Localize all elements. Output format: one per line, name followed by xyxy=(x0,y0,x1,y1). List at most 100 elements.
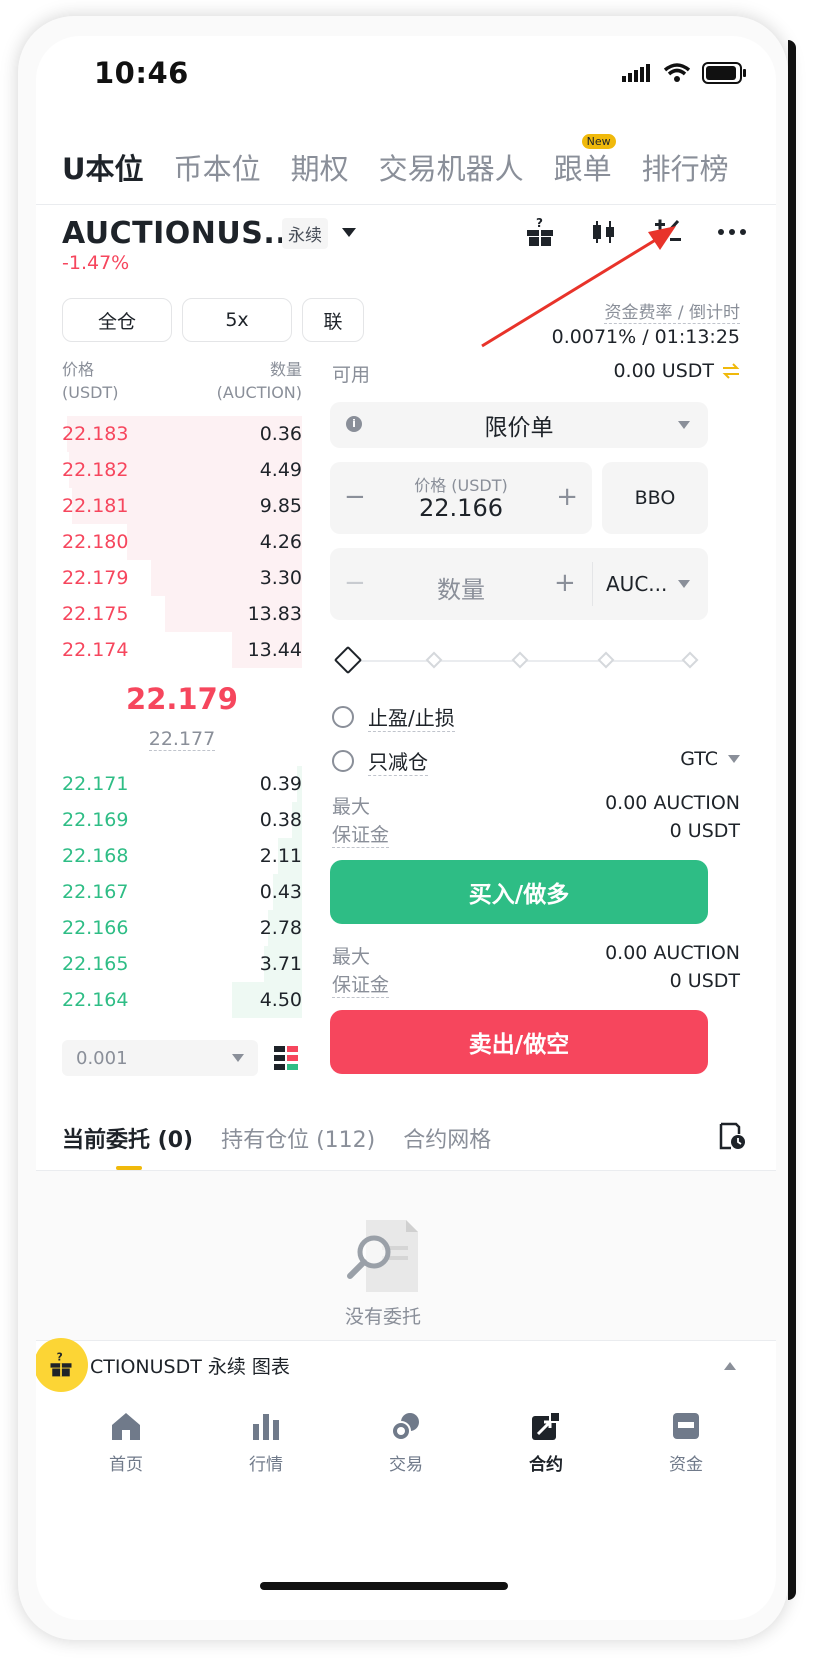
quantity-unit[interactable]: AUC... xyxy=(606,572,667,596)
bid-row[interactable]: 22.165 3.71 xyxy=(62,946,302,982)
orderbook-qty-header: 数量 (AUCTION) xyxy=(202,358,302,404)
ask-row[interactable]: 22.179 3.30 xyxy=(62,560,302,596)
perpetual-tag: 永续 xyxy=(282,218,328,249)
ask-price: 22.179 xyxy=(62,567,129,589)
bid-price: 22.164 xyxy=(62,989,129,1011)
bid-row[interactable]: 22.166 2.78 xyxy=(62,910,302,946)
ask-row[interactable]: 22.183 0.36 xyxy=(62,416,302,452)
available-value: 0.00 USDT xyxy=(613,360,714,382)
ask-qty: 0.36 xyxy=(259,423,302,445)
chevron-up-icon[interactable] xyxy=(724,1362,736,1370)
reduce-only-label: 只减仓 xyxy=(368,746,428,776)
ask-row[interactable]: 22.174 13.44 xyxy=(62,632,302,668)
ask-row[interactable]: 22.180 4.26 xyxy=(62,524,302,560)
slider-step[interactable] xyxy=(681,651,699,669)
ask-row[interactable]: 22.181 9.85 xyxy=(62,488,302,524)
precision-value: 0.001 xyxy=(76,1047,128,1069)
slider-step[interactable] xyxy=(597,651,615,669)
gift-fab[interactable]: ? xyxy=(36,1338,88,1392)
link-button[interactable]: 联 xyxy=(302,298,364,342)
ask-row[interactable]: 22.175 13.83 xyxy=(62,596,302,632)
time-in-force-select[interactable]: GTC xyxy=(680,748,740,770)
bid-price: 22.171 xyxy=(62,773,129,795)
orderbook-layout-icon[interactable] xyxy=(274,1046,298,1070)
home-icon xyxy=(112,1413,140,1440)
bid-row[interactable]: 22.168 2.11 xyxy=(62,838,302,874)
tab-futures-grid[interactable]: 合约网格 xyxy=(403,1122,491,1154)
buy-margin-value: 0 USDT xyxy=(669,820,740,842)
pair-dropdown-icon[interactable] xyxy=(342,228,356,237)
bid-price: 22.166 xyxy=(62,917,129,939)
available-label: 可用 xyxy=(332,364,371,386)
tab-positions[interactable]: 持有仓位 (112) xyxy=(221,1122,375,1154)
ask-price: 22.180 xyxy=(62,531,129,553)
reduce-only-option[interactable]: 只减仓 xyxy=(332,746,428,776)
price-input[interactable]: − 价格 (USDT) 22.166 + xyxy=(330,462,592,534)
nav-home[interactable]: 首页 xyxy=(81,1396,171,1546)
precision-select[interactable]: 0.001 xyxy=(62,1040,258,1076)
quantity-placeholder[interactable]: 数量 xyxy=(330,570,592,605)
pair-name[interactable]: AUCTIONUS... xyxy=(62,216,299,251)
qty-increase-button[interactable]: + xyxy=(554,568,576,598)
ask-row[interactable]: 22.182 4.49 xyxy=(62,452,302,488)
order-type-select[interactable]: i 限价单 xyxy=(330,402,708,448)
ask-qty: 4.49 xyxy=(259,459,302,481)
tab-options[interactable]: 期权 xyxy=(291,146,349,188)
bid-qty: 2.78 xyxy=(259,917,302,939)
wifi-icon xyxy=(664,63,690,82)
orders-tabs: 当前委托 (0) 持有仓位 (112) 合约网格 xyxy=(62,1122,491,1170)
radio-button[interactable] xyxy=(332,750,354,772)
nav-markets[interactable]: 行情 xyxy=(221,1396,311,1546)
radio-button[interactable] xyxy=(332,706,354,728)
chart-bar-label[interactable]: CTIONUSDT 永续 图表 xyxy=(90,1352,290,1379)
bid-row[interactable]: 22.167 0.43 xyxy=(62,874,302,910)
chevron-down-icon[interactable] xyxy=(678,580,690,588)
tab-open-orders[interactable]: 当前委托 (0) xyxy=(62,1122,193,1170)
bid-row[interactable]: 22.171 0.39 xyxy=(62,766,302,802)
transfer-icon[interactable] xyxy=(722,363,740,379)
tab-coinm[interactable]: 币本位 xyxy=(174,146,261,188)
leverage-button[interactable]: 5x xyxy=(182,298,292,342)
slider-step[interactable] xyxy=(425,651,443,669)
bid-qty: 2.11 xyxy=(259,845,302,867)
bid-row[interactable]: 22.169 0.38 xyxy=(62,802,302,838)
nav-markets-label: 行情 xyxy=(249,1455,283,1475)
sell-margin-label: 保证金 xyxy=(332,970,390,998)
empty-state-text: 没有委托 xyxy=(344,1306,421,1328)
tif-value: GTC xyxy=(680,748,718,770)
price-input-value[interactable]: 22.166 xyxy=(330,494,592,522)
slider-handle[interactable] xyxy=(333,645,363,675)
nav-wallet[interactable]: 资金 xyxy=(641,1396,731,1546)
tab-trading-bots[interactable]: 交易机器人 xyxy=(379,146,524,188)
tab-usdm[interactable]: U本位 xyxy=(62,146,144,188)
info-icon[interactable]: i xyxy=(346,416,362,432)
tab-copy-trading[interactable]: 跟单 New xyxy=(554,134,616,188)
nav-trade[interactable]: 交易 xyxy=(361,1396,451,1546)
sell-max-value: 0.00 AUCTION xyxy=(605,942,740,964)
ask-qty: 9.85 xyxy=(259,495,302,517)
margin-mode-button[interactable]: 全仓 xyxy=(62,298,172,342)
last-price[interactable]: 22.179 xyxy=(36,682,328,716)
home-indicator[interactable] xyxy=(260,1582,508,1590)
slider-step[interactable] xyxy=(511,651,529,669)
quantity-input[interactable]: − 数量 + AUC... xyxy=(330,548,708,620)
more-icon[interactable] xyxy=(716,216,748,248)
nav-wallet-label: 资金 xyxy=(669,1455,703,1475)
tpsl-option[interactable]: 止盈/止损 xyxy=(332,702,455,732)
bid-qty: 4.50 xyxy=(259,989,302,1011)
no-orders-icon xyxy=(347,1220,418,1292)
sell-short-button[interactable]: 卖出/做空 xyxy=(330,1010,708,1074)
ask-qty: 13.44 xyxy=(247,639,302,661)
bid-qty: 0.43 xyxy=(259,881,302,903)
price-increase-button[interactable]: + xyxy=(556,482,578,512)
screen: 10:46 U本位 币本位 期权 交易机器人 跟单 New 排行榜 AUCTIO xyxy=(36,36,776,1620)
nav-futures[interactable]: 合约 xyxy=(501,1396,591,1546)
order-history-icon[interactable] xyxy=(718,1122,746,1150)
bid-row[interactable]: 22.164 4.50 xyxy=(62,982,302,1018)
product-tabs: U本位 币本位 期权 交易机器人 跟单 New 排行榜 xyxy=(62,134,776,198)
bbo-button[interactable]: BBO xyxy=(602,462,708,534)
buy-long-button[interactable]: 买入/做多 xyxy=(330,860,708,924)
ask-price: 22.183 xyxy=(62,423,129,445)
ask-qty: 13.83 xyxy=(247,603,302,625)
tab-leaderboard[interactable]: 排行榜 xyxy=(642,146,729,188)
